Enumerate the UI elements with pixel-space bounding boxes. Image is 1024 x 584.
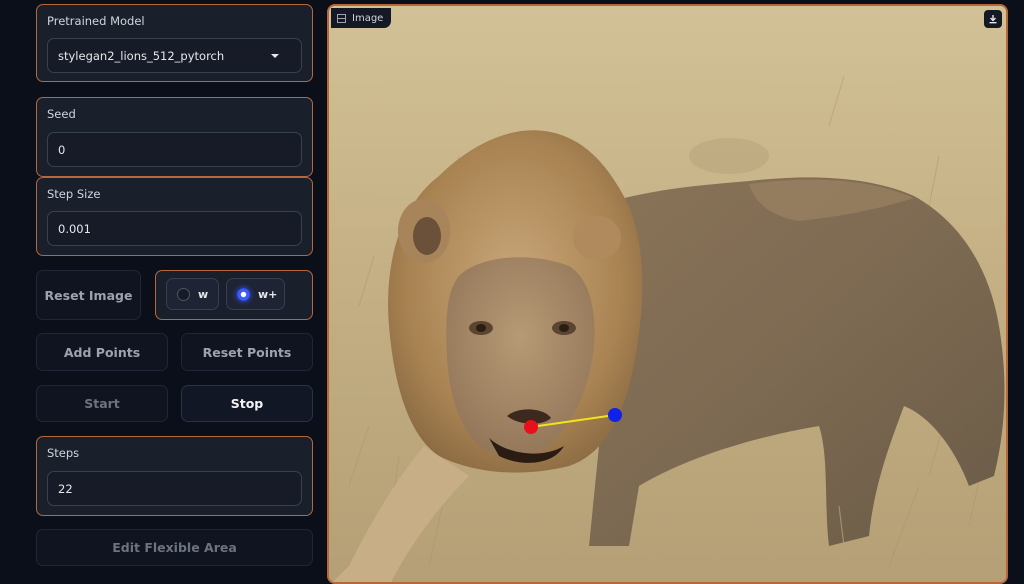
- edit-flexible-area-button[interactable]: Edit Flexible Area: [36, 529, 313, 566]
- reset-image-button[interactable]: Reset Image: [36, 270, 141, 320]
- download-icon: [989, 15, 997, 24]
- image-tag: Image: [331, 8, 392, 28]
- step-size-value: 0.001: [58, 221, 91, 236]
- reset-points-label: Reset Points: [202, 344, 292, 360]
- target-point[interactable]: [608, 408, 622, 422]
- steps-label: Steps: [47, 446, 80, 460]
- image-icon: [337, 13, 346, 23]
- download-button[interactable]: [984, 10, 1002, 28]
- pretrained-model-value: stylegan2_lions_512_pytorch: [58, 48, 225, 63]
- start-label: Start: [84, 396, 120, 411]
- image-panel[interactable]: Image: [327, 4, 1008, 584]
- seed-panel: Seed 0: [36, 97, 313, 177]
- add-points-button[interactable]: Add Points: [36, 333, 168, 371]
- radio-option-w-plus[interactable]: w+: [226, 278, 285, 310]
- seed-input[interactable]: 0: [47, 132, 302, 167]
- add-points-label: Add Points: [63, 344, 141, 360]
- radio-option-w-plus-label: w+: [258, 287, 278, 301]
- radio-checked-icon: [237, 287, 250, 301]
- step-size-panel: Step Size 0.001: [36, 177, 313, 256]
- seed-value: 0: [58, 142, 66, 157]
- latent-space-radio-group: w w+: [155, 270, 313, 320]
- start-button[interactable]: Start: [36, 385, 168, 422]
- pretrained-model-dropdown[interactable]: stylegan2_lions_512_pytorch: [47, 38, 302, 73]
- steps-input[interactable]: 22: [47, 471, 302, 506]
- edit-flexible-area-label: Edit Flexible Area: [112, 540, 237, 555]
- pretrained-model-panel: Pretrained Model stylegan2_lions_512_pyt…: [36, 4, 313, 82]
- steps-panel: Steps 22: [36, 436, 313, 516]
- chevron-down-icon: [271, 54, 279, 58]
- pretrained-model-label: Pretrained Model: [47, 14, 145, 28]
- stop-label: Stop: [230, 396, 264, 411]
- step-size-input[interactable]: 0.001: [47, 211, 302, 246]
- reset-image-label: Reset Image: [44, 287, 133, 303]
- steps-value: 22: [58, 481, 73, 496]
- radio-option-w[interactable]: w: [166, 278, 219, 310]
- reset-points-button[interactable]: Reset Points: [181, 333, 313, 371]
- radio-option-w-label: w: [198, 287, 209, 301]
- handle-point[interactable]: [524, 420, 538, 434]
- step-size-label: Step Size: [47, 187, 101, 201]
- image-label: Image: [352, 12, 384, 24]
- seed-label: Seed: [47, 107, 76, 121]
- stop-button[interactable]: Stop: [181, 385, 313, 422]
- lion-image: [329, 6, 1006, 582]
- radio-unchecked-icon: [177, 287, 190, 301]
